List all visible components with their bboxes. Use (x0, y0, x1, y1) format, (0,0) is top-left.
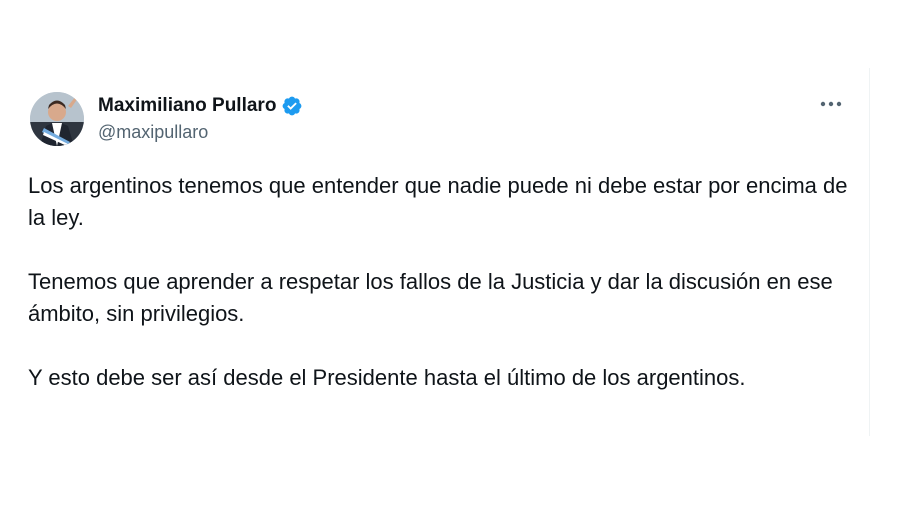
avatar-image (30, 92, 84, 146)
display-name[interactable]: Maximiliano Pullaro (98, 95, 276, 117)
user-handle[interactable]: @maxipullaro (98, 122, 303, 143)
user-info: Maximiliano Pullaro @maxipullaro (98, 94, 303, 143)
avatar[interactable] (30, 92, 84, 146)
more-options-icon[interactable] (819, 96, 843, 112)
tweet-text: Los argentinos tenemos que entender que … (28, 170, 858, 394)
tweet-paragraph: Los argentinos tenemos que entender que … (28, 173, 848, 230)
verified-badge-icon (281, 95, 303, 117)
tweet-paragraph: Y esto debe ser así desde el Presidente … (28, 365, 746, 390)
tweet-card: Maximiliano Pullaro @maxipullaro Los arg… (4, 68, 870, 436)
tweet-paragraph: Tenemos que aprender a respetar los fall… (28, 269, 833, 326)
name-row: Maximiliano Pullaro (98, 94, 303, 118)
